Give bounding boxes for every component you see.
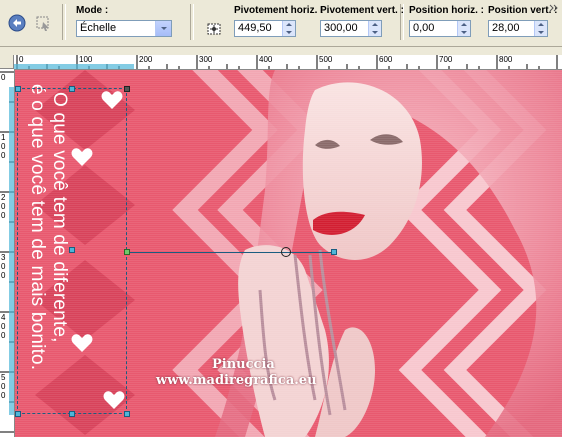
horizontal-ruler: 0 100 200 300 400 500 600 700 800: [14, 55, 562, 70]
toolbar-separator: [62, 4, 66, 40]
position-horizontal-input[interactable]: 0,00: [409, 20, 471, 37]
ruler-label: 800: [499, 55, 513, 64]
pivot-vertical-label: Pivotement vert. :: [320, 5, 404, 16]
position-vertical-input[interactable]: 28,00: [488, 20, 548, 37]
ruler-label: 200: [139, 55, 153, 64]
tool-options-toolbar: Mode : Échelle Pivotement horiz. : 449,5…: [0, 0, 562, 47]
transform-handle[interactable]: [69, 411, 75, 417]
pivot-vertical-input[interactable]: 300,00: [320, 20, 382, 37]
pivot-line: [127, 252, 334, 253]
undo-icon[interactable]: [6, 12, 28, 34]
ruler-label: 0: [19, 55, 24, 64]
position-vertical-value: 28,00: [492, 22, 520, 34]
transform-handle[interactable]: [124, 86, 130, 92]
pivot-horizontal-label: Pivotement horiz. :: [234, 5, 324, 16]
transform-handle[interactable]: [124, 411, 130, 417]
position-horizontal-value: 0,00: [413, 22, 435, 34]
ruler-label: 700: [439, 55, 453, 64]
ruler-label: 0: [1, 73, 6, 82]
pivot-horizontal-input[interactable]: 449,50: [234, 20, 296, 37]
pivot-point[interactable]: [281, 247, 291, 257]
ruler-label: 300: [199, 55, 213, 64]
watermark-name: Pinuccia: [212, 357, 275, 372]
chevron-down-icon[interactable]: [155, 21, 171, 36]
vertical-ruler: 0 100 200 300 400 500: [0, 69, 15, 437]
pivot-horizontal-spinner[interactable]: [282, 21, 295, 36]
pivot-vertical-spinner[interactable]: [368, 21, 381, 36]
toolbar-separator: [400, 4, 404, 40]
position-horizontal-label: Position horiz. :: [409, 5, 484, 16]
mode-label: Mode :: [76, 5, 109, 16]
position-vertical-spinner[interactable]: [534, 21, 547, 36]
pick-tool-icon[interactable]: [32, 12, 54, 34]
mode-value: Échelle: [80, 22, 117, 34]
mode-dropdown[interactable]: Échelle: [76, 20, 172, 37]
ruler-label: 300: [1, 253, 6, 280]
ruler-label: 600: [379, 55, 393, 64]
ruler-label: 200: [1, 193, 6, 220]
ruler-label: 100: [1, 133, 6, 160]
transform-handle[interactable]: [69, 86, 75, 92]
ruler-label: 500: [319, 55, 333, 64]
transform-handle[interactable]: [15, 411, 21, 417]
pivot-vertical-value: 300,00: [324, 22, 358, 34]
ruler-label: 100: [79, 55, 93, 64]
watermark-url: www.madiregrafica.eu: [156, 373, 317, 388]
transform-handle[interactable]: [331, 249, 337, 255]
ruler-label: 500: [1, 373, 6, 400]
ruler-label: 400: [1, 313, 6, 340]
transform-handle[interactable]: [15, 86, 21, 92]
ruler-label: 400: [259, 55, 273, 64]
ruler-corner: [0, 55, 14, 69]
image-canvas[interactable]: O que você tem de diferente, é o que voc…: [15, 70, 562, 437]
transform-handle[interactable]: [124, 249, 130, 255]
position-horizontal-spinner[interactable]: [457, 21, 470, 36]
transform-handle[interactable]: [69, 247, 75, 253]
toolbar-overflow-icon[interactable]: [548, 2, 560, 14]
pivot-horizontal-value: 449,50: [238, 22, 272, 34]
reset-pivot-icon[interactable]: [203, 18, 225, 40]
toolbar-separator: [190, 4, 194, 40]
